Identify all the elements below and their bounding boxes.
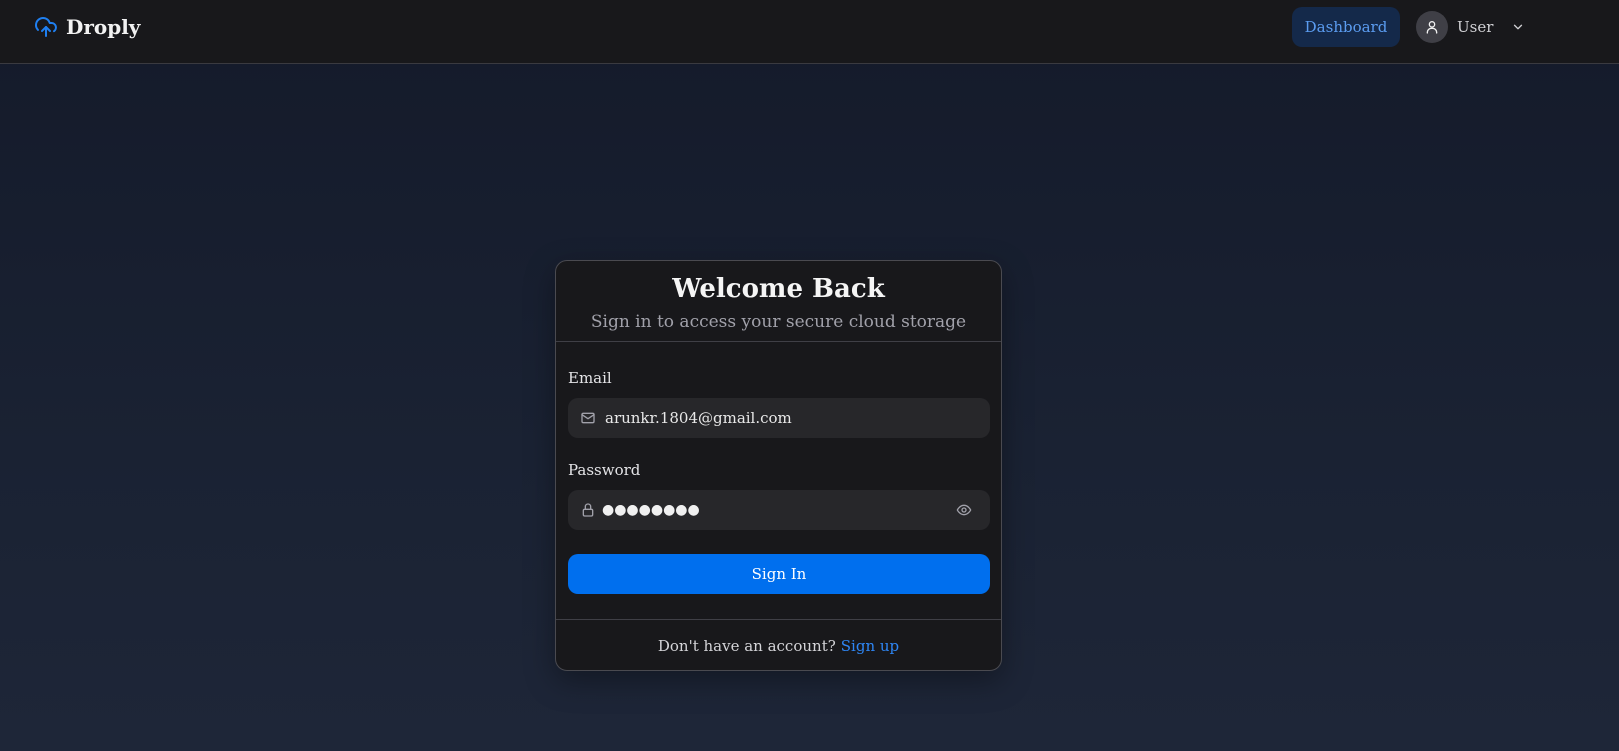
email-label: Email [568, 369, 612, 387]
lock-icon [580, 502, 596, 518]
user-name: User [1457, 18, 1494, 36]
chevron-down-icon[interactable] [1511, 20, 1525, 34]
password-value[interactable]: ●●●●●●●● [602, 502, 700, 518]
card-header: Welcome Back Sign in to access your secu… [556, 261, 1001, 342]
login-card: Welcome Back Sign in to access your secu… [555, 260, 1002, 671]
password-label: Password [568, 461, 641, 479]
mail-icon [580, 410, 596, 426]
dashboard-button[interactable]: Dashboard [1292, 7, 1400, 47]
page-title: Welcome Back [672, 274, 885, 304]
card-footer: Don't have an account? Sign up [556, 619, 1001, 671]
page-subtitle: Sign in to access your secure cloud stor… [590, 312, 967, 332]
user-icon [1426, 21, 1438, 34]
login-form: Email arunkr.1804@gmail.com Password ●●●… [556, 342, 1001, 619]
sign-in-button[interactable]: Sign In [568, 554, 990, 594]
email-field[interactable]: arunkr.1804@gmail.com [568, 398, 990, 438]
signup-prompt: Don't have an account? [657, 636, 836, 655]
eye-icon[interactable] [956, 502, 972, 518]
brand-name: Droply [66, 15, 141, 39]
password-field[interactable]: ●●●●●●●● [568, 490, 990, 530]
avatar[interactable] [1416, 11, 1448, 43]
user-menu[interactable]: User [1416, 11, 1525, 43]
top-navbar: Droply Dashboard User [0, 0, 1619, 64]
sign-up-link[interactable]: Sign up [841, 637, 899, 655]
email-value[interactable]: arunkr.1804@gmail.com [605, 409, 792, 427]
brand-logo[interactable]: Droply [34, 12, 140, 42]
cloud-upload-icon [34, 15, 58, 39]
